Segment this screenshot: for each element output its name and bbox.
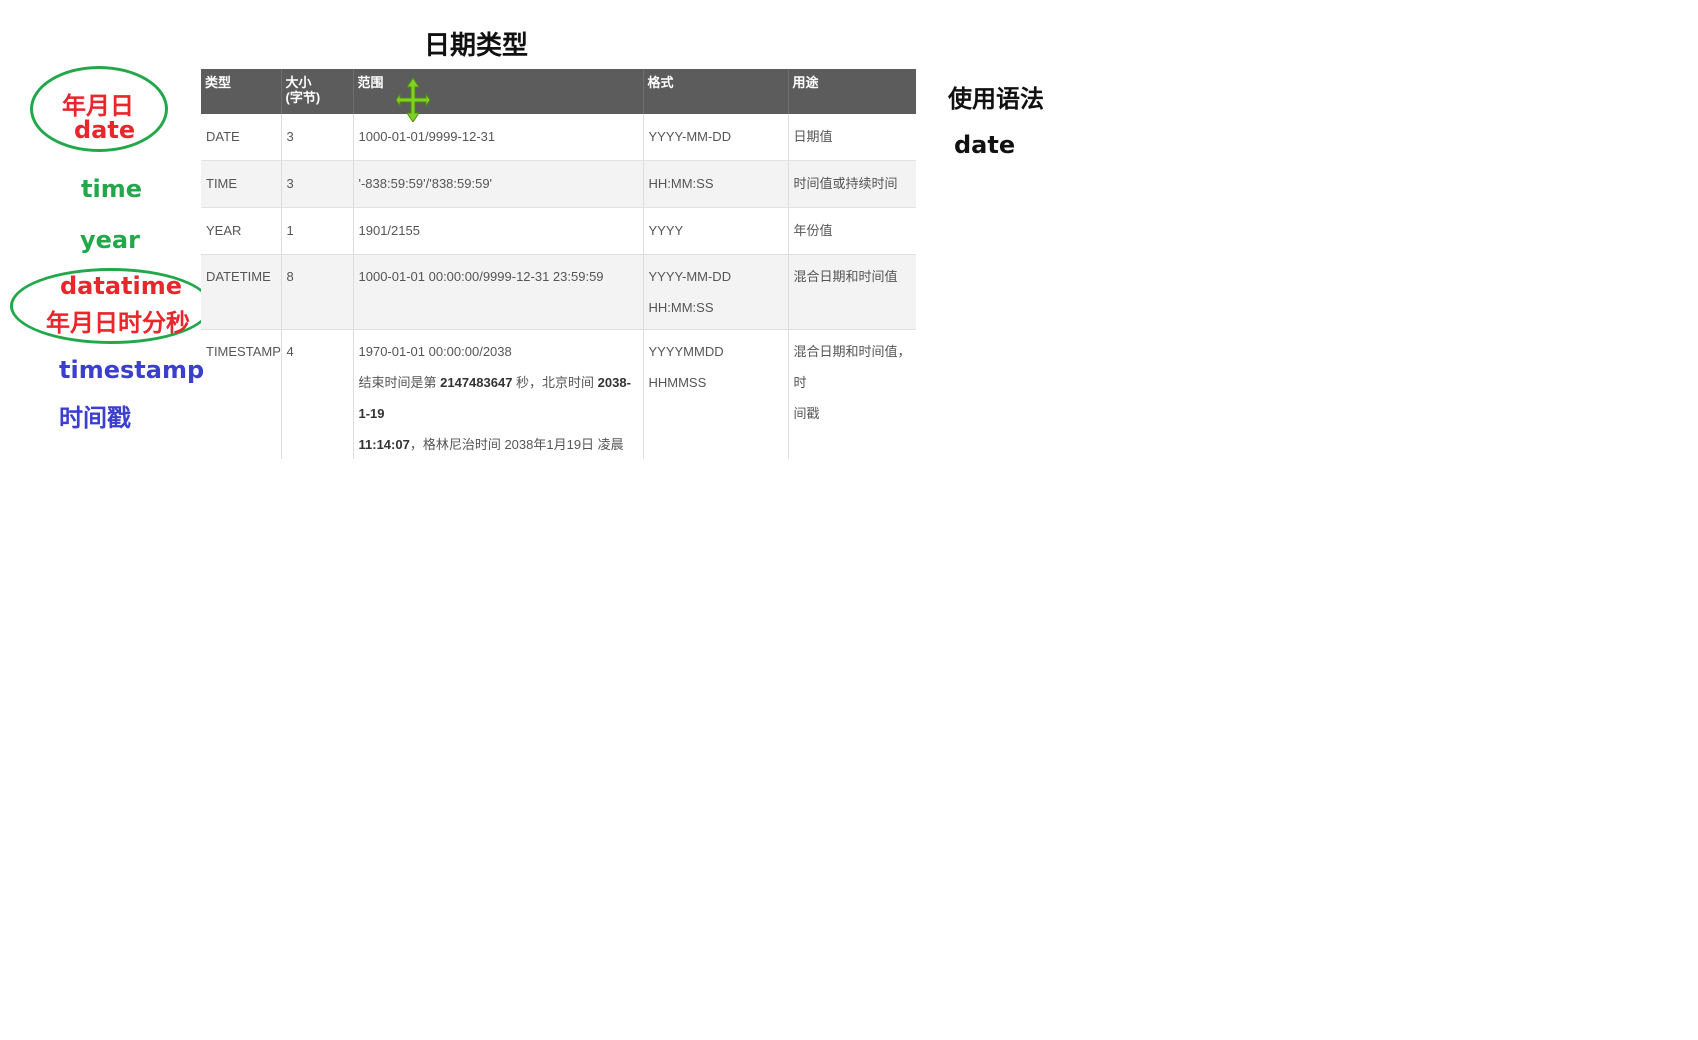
cell-type: YEAR (201, 207, 282, 255)
table-row: YEAR 1 1901/2155 YYYY 年份值 (201, 207, 916, 255)
move-cursor-icon (396, 78, 430, 122)
page: 日期类型 年月日 date time year datatime 年月日时分秒 … (0, 0, 1698, 1040)
table-header-row: 类型 大小 (字节) 范围 格式 用途 (201, 69, 916, 114)
cell-format: YYYY-MM-DD (643, 114, 789, 161)
cell-range: 1901/2155 (353, 207, 644, 255)
table-row: TIME 3 '-838:59:59'/'838:59:59' HH:MM:SS… (201, 160, 916, 208)
cell-range-line1: 1970-01-01 00:00:00/2038 (358, 344, 512, 359)
label-datatime-en: datatime (60, 272, 183, 300)
cell-size: 3 (281, 114, 354, 161)
cell-format: YYYY-MM-DD HH:MM:SS (643, 254, 789, 330)
page-title: 日期类型 (424, 31, 529, 61)
label-syntax-example: date (954, 131, 1016, 159)
cell-format: YYYY (643, 207, 789, 255)
cell-format: YYYYMMDD HHMMSS (643, 329, 789, 459)
header-format: 格式 (643, 69, 789, 114)
table-row: DATETIME 8 1000-01-01 00:00:00/9999-12-3… (201, 254, 916, 330)
label-time: time (81, 175, 142, 203)
cell-format-line2: HH:MM:SS (648, 300, 714, 315)
cell-type: DATE (201, 114, 282, 161)
cell-usage: 混合日期和时间值，时间戳 (788, 329, 916, 459)
cell-usage-line1: 混合日期和时间值，时 (793, 344, 911, 390)
cell-range-line2b: 2147483647 (440, 375, 513, 390)
cell-type: TIME (201, 160, 282, 208)
cell-type: DATETIME (201, 254, 282, 330)
cell-range-line3a: 11:14:07 (358, 437, 410, 452)
cell-size: 8 (281, 254, 354, 330)
cell-size: 4 (281, 329, 354, 459)
cell-range: '-838:59:59'/'838:59:59' (353, 160, 644, 208)
cell-type: TIMESTAMP (201, 329, 282, 459)
label-datatime-cn: 年月日时分秒 (46, 309, 190, 337)
cell-usage: 日期值 (788, 114, 916, 161)
cell-usage: 时间值或持续时间 (788, 160, 916, 208)
header-size: 大小 (字节) (281, 69, 354, 114)
label-timestamp-en: timestamp (59, 356, 205, 384)
cell-size: 1 (281, 207, 354, 255)
cell-range: 1000-01-01 00:00:00/9999-12-31 23:59:59 (353, 254, 644, 330)
label-syntax: 使用语法 (948, 85, 1044, 113)
cell-format: HH:MM:SS (643, 160, 789, 208)
table-row: TIMESTAMP 4 1970-01-01 00:00:00/2038 结束时… (201, 329, 916, 459)
label-timestamp-cn: 时间戳 (59, 404, 131, 432)
cell-usage: 混合日期和时间值 (788, 254, 916, 330)
cell-usage-line2: 间戳 (793, 406, 820, 421)
table-row: DATE 3 1000-01-01/9999-12-31 YYYY-MM-DD … (201, 114, 916, 161)
header-usage: 用途 (788, 69, 916, 114)
cell-range: 1970-01-01 00:00:00/2038 结束时间是第 21474836… (353, 329, 644, 459)
date-types-table-container: 类型 大小 (字节) 范围 格式 用途 DATE 3 1000-01-01/999… (201, 69, 916, 459)
cell-range-line2c: 秒，北京时间 (512, 375, 598, 390)
header-size-label: 大小 (285, 75, 312, 90)
cell-range-line2a: 结束时间是第 (358, 375, 441, 390)
cell-size: 3 (281, 160, 354, 208)
label-year: year (80, 226, 140, 254)
label-date-en: date (74, 116, 136, 144)
header-type: 类型 (201, 69, 282, 114)
cell-format-line1: YYYY-MM-DD (648, 269, 732, 284)
date-types-table: 类型 大小 (字节) 范围 格式 用途 DATE 3 1000-01-01/999… (201, 69, 916, 459)
header-size-unit: (字节) (285, 90, 321, 105)
cell-usage: 年份值 (788, 207, 916, 255)
